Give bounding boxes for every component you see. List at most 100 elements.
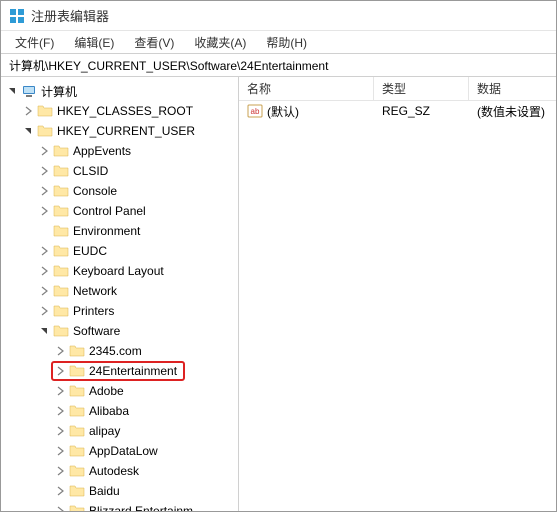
tree-node-appdatalow[interactable]: AppDataLow [1,441,238,461]
menu-help[interactable]: 帮助(H) [256,32,317,53]
list-header: 名称 类型 数据 [239,77,556,101]
tree-node-controlpanel[interactable]: Control Panel [1,201,238,221]
tree-pane[interactable]: 计算机 HKEY_CLASSES_ROOT HK [1,77,239,511]
tree-label: Autodesk [89,464,139,478]
chevron-right-icon[interactable] [37,284,51,298]
column-header-data[interactable]: 数据 [469,77,556,100]
tree-label: HKEY_CLASSES_ROOT [57,104,193,118]
window-title: 注册表编辑器 [31,6,109,25]
chevron-right-icon[interactable] [53,484,67,498]
chevron-down-icon[interactable] [5,84,19,98]
computer-icon [21,83,37,99]
folder-icon [37,123,53,139]
list-pane[interactable]: 名称 类型 数据 ab (默认) REG_SZ (数值未设置) [239,77,556,511]
string-value-icon: ab [247,103,263,119]
regedit-icon [9,8,25,24]
chevron-right-icon[interactable] [53,424,67,438]
folder-icon [69,463,85,479]
tree-node-eudc[interactable]: EUDC [1,241,238,261]
list-row[interactable]: ab (默认) REG_SZ (数值未设置) [239,101,556,121]
folder-icon [53,143,69,159]
tree-label: HKEY_CURRENT_USER [57,124,195,138]
tree-node-alibaba[interactable]: Alibaba [1,401,238,421]
folder-icon [69,483,85,499]
chevron-right-icon[interactable] [53,504,67,511]
tree-node-console[interactable]: Console [1,181,238,201]
tree-label: Network [73,284,117,298]
tree-node-computer[interactable]: 计算机 [1,81,238,101]
tree-label: Control Panel [73,204,146,218]
tree-node-hkcu[interactable]: HKEY_CURRENT_USER [1,121,238,141]
folder-icon [53,163,69,179]
folder-icon [69,363,85,379]
tree-label: Console [73,184,117,198]
menu-file[interactable]: 文件(F) [5,32,64,53]
tree-label: CLSID [73,164,108,178]
folder-icon [69,343,85,359]
folder-icon [69,443,85,459]
tree-label: AppDataLow [89,444,158,458]
tree-node-c2345[interactable]: 2345.com [1,341,238,361]
tree-node-keyboard[interactable]: Keyboard Layout [1,261,238,281]
tree-node-appevents[interactable]: AppEvents [1,141,238,161]
chevron-right-icon[interactable] [53,444,67,458]
folder-icon [69,503,85,511]
chevron-right-icon[interactable] [37,144,51,158]
folder-icon [53,283,69,299]
chevron-right-icon[interactable] [37,204,51,218]
chevron-down-icon[interactable] [37,324,51,338]
value-data: (数值未设置) [469,103,556,120]
menu-edit[interactable]: 编辑(E) [64,32,124,53]
folder-icon [53,223,69,239]
tree-node-baidu[interactable]: Baidu [1,481,238,501]
chevron-right-icon[interactable] [37,184,51,198]
column-header-name[interactable]: 名称 [239,77,374,100]
folder-icon [53,243,69,259]
chevron-right-icon[interactable] [37,164,51,178]
chevron-right-icon[interactable] [37,304,51,318]
tree-node-blizzard[interactable]: Blizzard Entertainm [1,501,238,511]
tree-label: 24Entertainment [89,364,177,378]
address-input[interactable] [7,56,550,74]
folder-icon [53,183,69,199]
tree-node-ent24[interactable]: 24Entertainment [1,361,238,381]
tree-label: Printers [73,304,114,318]
tree-node-adobe[interactable]: Adobe [1,381,238,401]
tree-node-network[interactable]: Network [1,281,238,301]
chevron-right-icon[interactable] [21,104,35,118]
chevron-right-icon[interactable] [53,464,67,478]
tree-node-alipay[interactable]: alipay [1,421,238,441]
chevron-right-icon[interactable] [53,364,67,378]
tree-node-clsid[interactable]: CLSID [1,161,238,181]
folder-icon [69,423,85,439]
chevron-right-icon[interactable] [53,344,67,358]
tree-node-printers[interactable]: Printers [1,301,238,321]
tree-label: Alibaba [89,404,129,418]
tree-label: 2345.com [89,344,142,358]
tree-label: EUDC [73,244,107,258]
menubar: 文件(F) 编辑(E) 查看(V) 收藏夹(A) 帮助(H) [1,31,556,53]
column-header-type[interactable]: 类型 [374,77,469,100]
tree-node-environment[interactable]: Environment [1,221,238,241]
chevron-down-icon[interactable] [21,124,35,138]
tree-node-hkcr[interactable]: HKEY_CLASSES_ROOT [1,101,238,121]
menu-view[interactable]: 查看(V) [124,32,184,53]
titlebar: 注册表编辑器 [1,1,556,31]
tree-node-software[interactable]: Software [1,321,238,341]
tree-label: Keyboard Layout [73,264,164,278]
tree-label: Software [73,324,120,338]
svg-text:ab: ab [251,107,260,116]
chevron-right-icon[interactable] [37,224,51,238]
chevron-right-icon[interactable] [53,384,67,398]
menu-favorites[interactable]: 收藏夹(A) [184,32,256,53]
tree-node-autodesk[interactable]: Autodesk [1,461,238,481]
folder-icon [53,323,69,339]
tree-label: Baidu [89,484,120,498]
tree-label: alipay [89,424,120,438]
folder-icon [53,303,69,319]
chevron-right-icon[interactable] [37,264,51,278]
folder-icon [69,403,85,419]
chevron-right-icon[interactable] [37,244,51,258]
folder-icon [37,103,53,119]
chevron-right-icon[interactable] [53,404,67,418]
